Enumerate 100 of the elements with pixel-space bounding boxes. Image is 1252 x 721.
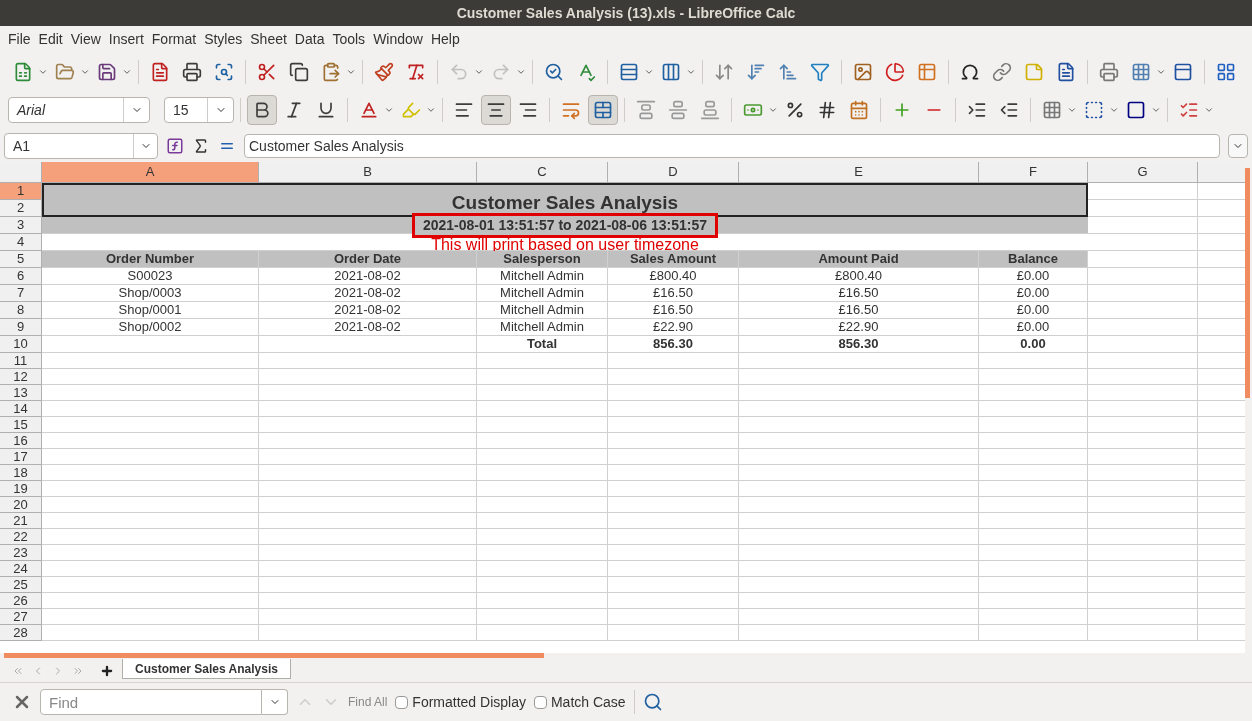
table-cell: £22.90 <box>739 319 979 336</box>
table-cell: Mitchell Admin <box>477 302 608 319</box>
name-box[interactable]: A1 <box>4 133 158 159</box>
row-header[interactable]: 21 <box>0 513 42 529</box>
report-title: Customer Sales Analysis <box>42 183 1088 217</box>
table-cell: £800.40 <box>608 268 739 285</box>
date-range: 2021-08-01 13:51:57 to 2021-08-06 13:51:57 <box>411 212 719 238</box>
checkbox-label[interactable]: Formatted Display <box>412 691 526 713</box>
function-wizard-icon[interactable] <box>166 137 184 155</box>
row-header[interactable]: 14 <box>0 401 42 417</box>
row-header[interactable]: 24 <box>0 561 42 577</box>
timezone-note: This will print based on user timezone <box>431 235 699 250</box>
table-cell: Mitchell Admin <box>477 268 608 285</box>
row-header[interactable]: 19 <box>0 481 42 497</box>
row-header[interactable]: 18 <box>0 465 42 481</box>
row-header[interactable]: 2 <box>0 200 42 217</box>
table-cell: 2021-08-02 <box>259 302 477 319</box>
row-header[interactable]: 20 <box>0 497 42 513</box>
row-header[interactable]: 5 <box>0 251 42 268</box>
column-header[interactable]: F <box>979 162 1088 182</box>
menu-item[interactable]: View <box>66 29 105 50</box>
row-header[interactable]: 26 <box>0 593 42 609</box>
align-center-icon[interactable] <box>481 95 511 125</box>
checkbox[interactable] <box>533 695 547 709</box>
table-cell: £16.50 <box>739 285 979 302</box>
column-heading: Salesperson <box>477 251 608 268</box>
column-heading: Balance <box>979 251 1088 268</box>
row-header[interactable]: 27 <box>0 609 42 625</box>
menu-item[interactable]: Data <box>290 29 329 50</box>
checkbox[interactable] <box>395 695 409 709</box>
row-header[interactable]: 23 <box>0 545 42 561</box>
column-header[interactable]: B <box>259 162 477 182</box>
menu-item[interactable]: Window <box>369 29 427 50</box>
menu-item[interactable]: File <box>4 29 35 50</box>
row-header[interactable]: 7 <box>0 285 42 302</box>
column-header[interactable]: A <box>42 162 259 182</box>
column-heading: Amount Paid <box>739 251 979 268</box>
row-header[interactable]: 11 <box>0 353 42 369</box>
checkbox-label[interactable]: Match Case <box>550 691 626 713</box>
table-cell: 2021-08-02 <box>259 319 477 336</box>
table-cell: £0.00 <box>979 285 1088 302</box>
row-header[interactable]: 15 <box>0 417 42 433</box>
row-header[interactable]: 16 <box>0 433 42 449</box>
table-cell: £0.00 <box>979 302 1088 319</box>
row-header[interactable]: 4 <box>0 234 42 251</box>
row-header[interactable]: 25 <box>0 577 42 593</box>
row-header[interactable]: 13 <box>0 385 42 401</box>
font-name-field[interactable]: Arial <box>8 97 150 123</box>
table-cell: 2021-08-02 <box>259 268 477 285</box>
sheet-tab[interactable]: Customer Sales Analysis <box>122 659 291 679</box>
column-header[interactable]: D <box>608 162 739 182</box>
bold-icon[interactable] <box>247 95 277 125</box>
add-sheet-icon[interactable] <box>100 663 114 678</box>
column-header[interactable]: E <box>739 162 979 182</box>
font-size-field[interactable]: 15 <box>164 97 234 123</box>
column-heading: Sales Amount <box>608 251 739 268</box>
menu-item[interactable]: Sheet <box>246 29 291 50</box>
menu-item[interactable]: Help <box>426 29 464 50</box>
table-cell: £16.50 <box>739 302 979 319</box>
horizontal-scrollbar[interactable] <box>4 653 544 658</box>
table-cell: Shop/0003 <box>42 285 259 302</box>
vertical-scrollbar[interactable] <box>1245 168 1250 398</box>
menu-item[interactable]: Tools <box>328 29 370 50</box>
row-header[interactable]: 28 <box>0 625 42 641</box>
table-cell: £22.90 <box>608 319 739 336</box>
table-cell: 0.00 <box>979 336 1088 353</box>
table-cell: Mitchell Admin <box>477 319 608 336</box>
table-cell: £16.50 <box>608 285 739 302</box>
table-cell: 856.30 <box>739 336 979 353</box>
row-header[interactable]: 17 <box>0 449 42 465</box>
table-cell: 856.30 <box>608 336 739 353</box>
menu-item[interactable]: Insert <box>104 29 148 50</box>
row-header[interactable]: 8 <box>0 302 42 319</box>
table-cell: 2021-08-02 <box>259 285 477 302</box>
table-cell: Mitchell Admin <box>477 285 608 302</box>
find-history-button[interactable] <box>262 689 288 715</box>
row-header[interactable]: 12 <box>0 369 42 385</box>
table-cell: £0.00 <box>979 268 1088 285</box>
row-header[interactable]: 6 <box>0 268 42 285</box>
row-header[interactable]: 3 <box>0 217 42 234</box>
expand-formula-button[interactable] <box>1228 134 1248 158</box>
find-field[interactable]: Find <box>40 689 262 715</box>
find-replace-icon[interactable] <box>642 692 663 712</box>
window-title: Customer Sales Analysis (13).xls - LibreOffice Calc <box>0 0 1252 26</box>
row-header[interactable]: 22 <box>0 529 42 545</box>
row-header[interactable]: 10 <box>0 336 42 353</box>
merge-cells-icon[interactable] <box>588 95 618 125</box>
column-heading: Order Date <box>259 251 477 268</box>
row-header[interactable]: 1 <box>0 183 42 200</box>
column-header[interactable]: G <box>1088 162 1198 182</box>
menu-item[interactable]: Format <box>147 29 201 50</box>
row-header[interactable]: 9 <box>0 319 42 336</box>
table-cell: Shop/0001 <box>42 302 259 319</box>
formula-input[interactable]: Customer Sales Analysis <box>244 134 1220 158</box>
menu-item[interactable]: Styles <box>200 29 247 50</box>
table-cell: £800.40 <box>739 268 979 285</box>
column-header[interactable]: C <box>477 162 608 182</box>
table-cell: £16.50 <box>608 302 739 319</box>
column-heading: Order Number <box>42 251 259 268</box>
menu-item[interactable]: Edit <box>34 29 67 50</box>
